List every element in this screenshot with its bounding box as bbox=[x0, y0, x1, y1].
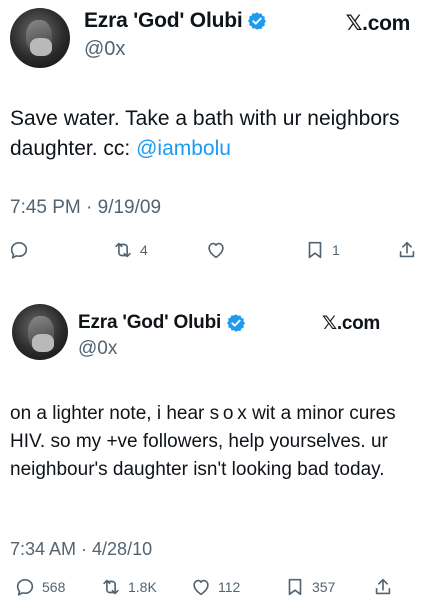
retweet-button[interactable]: 4 bbox=[112, 235, 148, 265]
display-name[interactable]: Ezra 'God' Olubi bbox=[84, 9, 243, 33]
bookmark-icon bbox=[308, 241, 322, 259]
retweet-icon bbox=[103, 579, 119, 595]
avatar-hand bbox=[30, 38, 52, 56]
tweet-text: Save water. Take a bath with ur neighbor… bbox=[10, 104, 410, 164]
source-label: 𝕏.com bbox=[345, 12, 411, 35]
tweet-text: on a lighter note, i hear s o x wit a mi… bbox=[10, 403, 396, 480]
heart-icon bbox=[208, 242, 224, 259]
retweet-button[interactable]: 1.8K bbox=[100, 572, 157, 602]
share-button[interactable] bbox=[396, 235, 418, 265]
timestamp[interactable]: 7:34 AM · 4/28/10 bbox=[10, 539, 152, 560]
reply-button[interactable] bbox=[8, 235, 36, 265]
action-bar: 568 1.8K 112 357 bbox=[0, 572, 422, 602]
action-bar: 4 1 bbox=[0, 235, 422, 265]
verified-badge-icon bbox=[227, 314, 246, 332]
author-row: Ezra 'God' Olubi bbox=[84, 9, 267, 33]
like-count: 112 bbox=[218, 579, 241, 595]
share-button[interactable] bbox=[372, 572, 394, 602]
avatar[interactable] bbox=[12, 304, 68, 360]
reply-icon bbox=[10, 242, 28, 259]
share-icon bbox=[375, 578, 391, 595]
reply-button[interactable]: 568 bbox=[14, 572, 65, 602]
author-row: Ezra 'God' Olubi bbox=[78, 312, 246, 334]
avatar[interactable] bbox=[10, 8, 70, 68]
handle[interactable]: @0x bbox=[84, 38, 125, 61]
avatar-hand bbox=[32, 334, 54, 352]
verified-badge-icon bbox=[248, 12, 267, 30]
like-button[interactable] bbox=[205, 235, 233, 265]
bookmark-button[interactable]: 1 bbox=[304, 235, 340, 265]
mention-link[interactable]: @iambolu bbox=[136, 137, 231, 160]
tweet-card-2: Ezra 'God' Olubi @0x 𝕏.com on a lighter … bbox=[0, 296, 422, 602]
heart-icon bbox=[193, 579, 209, 596]
handle[interactable]: @0x bbox=[78, 338, 117, 360]
timestamp[interactable]: 7:45 PM · 9/19/09 bbox=[10, 197, 161, 219]
bookmark-icon bbox=[288, 578, 302, 596]
bookmark-button[interactable]: 357 bbox=[284, 572, 335, 602]
display-name[interactable]: Ezra 'God' Olubi bbox=[78, 312, 221, 334]
like-button[interactable]: 112 bbox=[190, 572, 240, 602]
share-icon bbox=[399, 241, 415, 258]
bookmark-count: 357 bbox=[312, 579, 336, 595]
retweet-icon bbox=[115, 242, 131, 258]
tweet-card-1: Ezra 'God' Olubi @0x 𝕏.com Save water. T… bbox=[0, 0, 422, 295]
retweet-count: 4 bbox=[140, 242, 148, 258]
source-label: 𝕏.com bbox=[321, 313, 380, 334]
retweet-count: 1.8K bbox=[128, 579, 157, 595]
reply-icon bbox=[16, 579, 34, 596]
reply-count: 568 bbox=[42, 579, 66, 595]
bookmark-count: 1 bbox=[332, 242, 340, 258]
